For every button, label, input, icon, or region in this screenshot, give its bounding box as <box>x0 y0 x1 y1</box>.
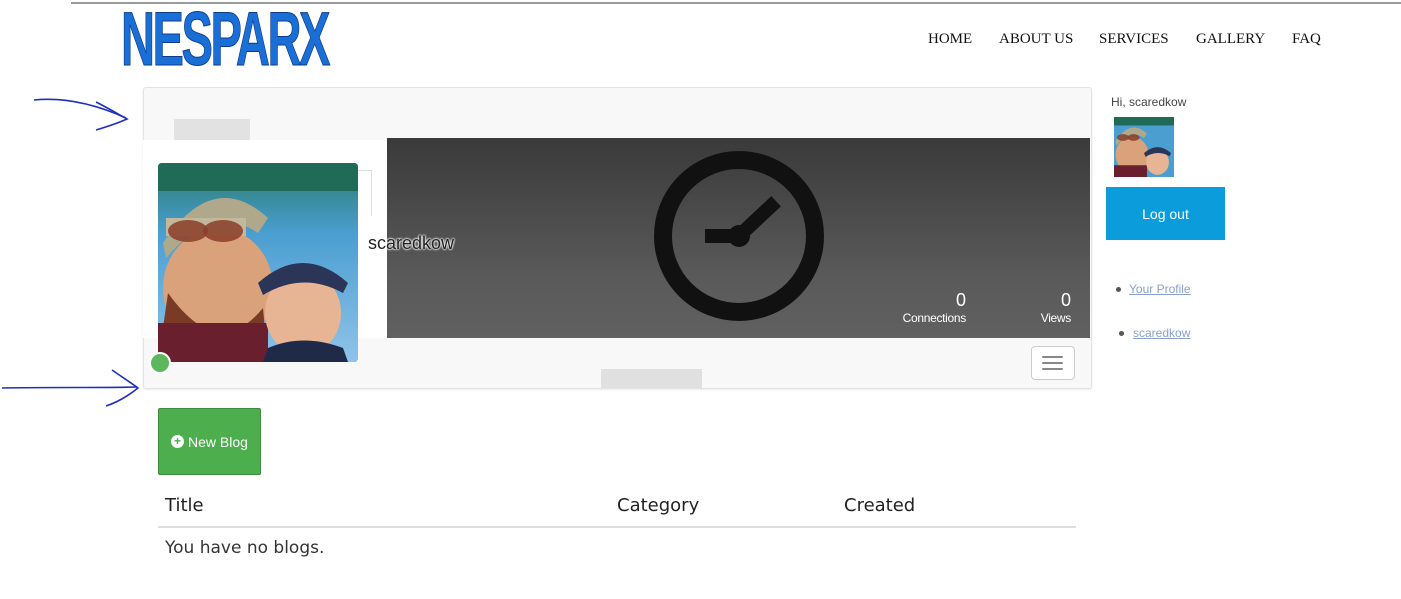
cover-photo <box>387 138 1090 338</box>
hamburger-line <box>1042 368 1063 370</box>
profile-username[interactable]: scaredkow <box>368 233 454 254</box>
user-link[interactable]: scaredkow <box>1133 326 1190 340</box>
stat-views[interactable]: 0 Views <box>1030 290 1072 325</box>
nav-faq[interactable]: FAQ <box>1292 31 1321 48</box>
sidebar-avatar-photo <box>1114 117 1174 177</box>
online-status-indicator <box>149 352 171 374</box>
stat-connections[interactable]: 0 Connections <box>900 290 967 325</box>
views-label: Views <box>1040 311 1072 325</box>
column-title[interactable]: Title <box>165 495 204 516</box>
hamburger-line <box>1042 362 1063 364</box>
nav-home[interactable]: HOME <box>928 31 972 48</box>
blogs-table: Title Category Created You have no blogs… <box>158 490 1076 558</box>
blogs-empty-message: You have no blogs. <box>165 538 325 558</box>
column-created[interactable]: Created <box>844 495 915 516</box>
profile-avatar[interactable] <box>158 163 358 362</box>
bullet-icon <box>1116 287 1121 292</box>
hamburger-line <box>1042 356 1063 358</box>
ghost-tab-text <box>265 132 345 140</box>
column-category[interactable]: Category <box>617 495 699 516</box>
sidebar-avatar[interactable] <box>1114 117 1174 177</box>
nav-gallery[interactable]: GALLERY <box>1196 31 1265 48</box>
connections-count: 0 <box>955 290 966 310</box>
your-profile-link[interactable]: Your Profile <box>1129 282 1191 296</box>
views-count: 0 <box>1060 290 1071 310</box>
bullet-icon <box>1119 331 1124 336</box>
blogs-table-header: Title Category Created <box>158 490 1076 528</box>
new-blog-button[interactable]: + New Blog <box>158 408 261 475</box>
logout-button[interactable]: Log out <box>1106 187 1225 240</box>
greeting: Hi, scaredkow <box>1111 95 1187 109</box>
ghost-tab-blogs <box>601 369 702 388</box>
nav-services[interactable]: SERVICES <box>1099 31 1169 48</box>
clock-icon <box>654 151 824 321</box>
avatar-photo <box>158 163 358 362</box>
annotation-arrow-bottom <box>1 369 140 407</box>
annotation-arrow-top <box>33 98 129 131</box>
plus-circle-icon: + <box>171 435 185 448</box>
connections-label: Connections <box>902 311 967 325</box>
site-logo[interactable]: NESPARX <box>121 1 331 78</box>
menu-toggle-button[interactable] <box>1031 346 1075 380</box>
nav-about-us[interactable]: ABOUT US <box>999 31 1073 48</box>
new-blog-label: New Blog <box>188 433 248 450</box>
ghost-tab-edit <box>174 119 250 140</box>
